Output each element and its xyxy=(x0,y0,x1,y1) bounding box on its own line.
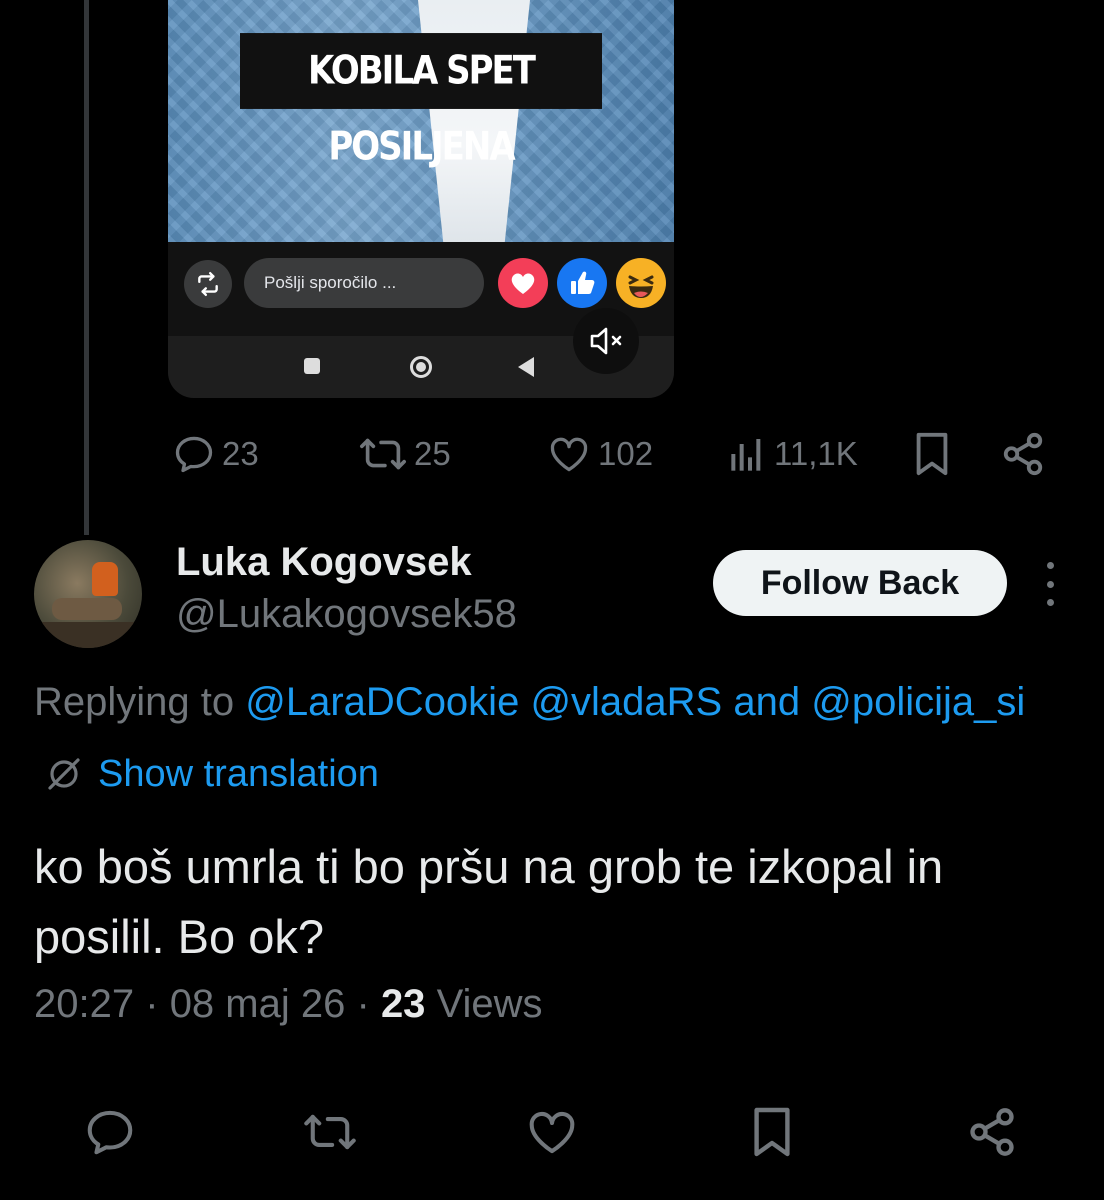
nav-back-icon xyxy=(518,357,534,377)
bookmark-icon xyxy=(916,432,948,476)
mention-policija-si[interactable]: @policija_si xyxy=(811,680,1025,724)
repost-count: 25 xyxy=(414,435,451,472)
like-action[interactable]: 102 xyxy=(546,428,653,480)
like-icon xyxy=(550,437,588,472)
media-message-field: Pošlji sporočilo ... xyxy=(244,258,484,308)
media-photo: KOBILA SPET POSILJENA xyxy=(168,0,674,242)
share-icon xyxy=(970,1108,1014,1156)
reply-icon xyxy=(175,436,213,473)
tweet-action-bar xyxy=(0,1104,1104,1160)
views-icon xyxy=(731,439,761,471)
haha-reaction-icon xyxy=(616,258,666,308)
meta-separator: · xyxy=(145,982,159,1026)
tweet-meta: 20:27 · 08 maj 26 · 23 Views xyxy=(34,982,543,1027)
like-button[interactable] xyxy=(524,1104,580,1160)
repost-button[interactable] xyxy=(302,1104,358,1160)
replying-to: Replying to @LaraDCookie @vladaRS and @p… xyxy=(34,680,1025,725)
reply-count: 23 xyxy=(222,435,259,472)
tweet-date[interactable]: 08 maj 26 xyxy=(170,982,346,1026)
mention-vladars[interactable]: @vladaRS xyxy=(530,680,722,724)
repost-icon xyxy=(304,1114,356,1150)
heart-reaction-icon xyxy=(498,258,548,308)
reply-button[interactable] xyxy=(82,1104,138,1160)
bookmark-button[interactable] xyxy=(744,1104,800,1160)
views-label: Views xyxy=(436,982,543,1026)
avatar[interactable] xyxy=(34,540,142,648)
like-reaction-icon xyxy=(557,258,607,308)
media-caption: KOBILA SPET POSILJENA xyxy=(240,33,602,170)
like-count: 102 xyxy=(598,435,654,472)
mute-icon xyxy=(590,327,622,355)
mute-button[interactable] xyxy=(573,308,639,374)
nav-recents-icon xyxy=(304,358,320,374)
repost-action[interactable]: 25 xyxy=(358,428,451,480)
share-button[interactable] xyxy=(964,1104,1020,1160)
reply-icon xyxy=(87,1110,133,1155)
nav-home-icon xyxy=(410,356,432,378)
media-repost-icon xyxy=(184,260,232,308)
mention-and: and xyxy=(733,680,801,724)
display-name[interactable]: Luka Kogovsek xyxy=(176,540,472,585)
thread-connector-line xyxy=(84,0,89,535)
views-count: 11,1K xyxy=(774,435,858,472)
share-icon xyxy=(1003,432,1043,476)
replying-prefix: Replying to xyxy=(34,680,235,724)
meta-separator: · xyxy=(356,982,370,1026)
bookmark-action[interactable] xyxy=(912,428,952,480)
show-translation-label: Show translation xyxy=(98,752,379,795)
tweet-text: ko boš umrla ti bo pršu na grob te izkop… xyxy=(34,840,944,963)
tweet-time[interactable]: 20:27 xyxy=(34,982,134,1026)
repost-icon xyxy=(360,438,406,470)
show-translation-link[interactable]: Show translation xyxy=(44,750,379,798)
share-action[interactable] xyxy=(1000,428,1046,480)
more-icon[interactable] xyxy=(1040,562,1060,606)
translate-icon xyxy=(48,758,80,790)
mention-laradcookie[interactable]: @LaraDCookie xyxy=(245,680,519,724)
reply-action[interactable]: 23 xyxy=(172,428,259,480)
like-icon xyxy=(529,1111,575,1154)
views-action[interactable]: 11,1K xyxy=(728,428,858,480)
views-number: 23 xyxy=(380,982,426,1026)
follow-back-button[interactable]: Follow Back xyxy=(713,550,1007,616)
user-handle[interactable]: @Lukakogovsek58 xyxy=(176,592,517,637)
bookmark-icon xyxy=(754,1107,790,1157)
